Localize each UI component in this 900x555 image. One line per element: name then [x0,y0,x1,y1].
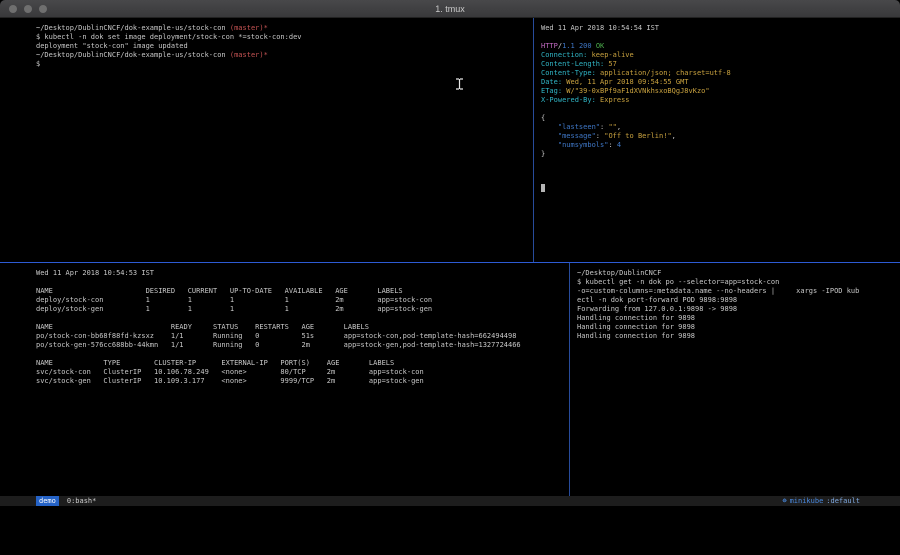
pane-bottom-right-port-forward[interactable]: ~/Desktop/DublinCNCF$ kubectl get -n dok… [570,263,900,496]
terminal-line: Handling connection for 9898 [577,332,898,341]
kube-namespace: :default [826,496,860,506]
window-title: 1. tmux [435,4,465,14]
terminal-line: Forwarding from 127.0.0.1:9898 -> 9898 [577,305,898,314]
terminal-line: NAME READY STATUS RESTARTS AGE LABELS [36,323,567,332]
mouse-cursor [455,78,464,90]
terminal-line: Handling connection for 9898 [577,323,898,332]
terminal-line: deploy/stock-gen 1 1 1 1 2m app=stock-ge… [36,305,567,314]
window-titlebar[interactable]: 1. tmux [0,0,900,18]
terminal-line [541,159,898,168]
traffic-lights [9,5,47,13]
terminal-line: Wed 11 Apr 2018 10:54:53 IST [36,269,567,278]
minimize-button[interactable] [24,5,32,13]
terminal-line: $ kubectl get -n dok po --selector=app=s… [577,278,898,287]
terminal-line: "lastseen": "", [541,123,898,132]
tmux-terminal: ~/Desktop/DublinCNCF/dok-example-us/stoc… [0,18,900,496]
terminal-line: ETag: W/"39-0xBPf9aF1dXVNkhsxoBQgJ8vKzo" [541,87,898,96]
pane-bottom-left-kubectl-watch[interactable]: Wed 11 Apr 2018 10:54:53 IST NAME DESIRE… [0,263,569,496]
terminal-line: $ kubectl -n dok set image deployment/st… [36,33,529,42]
terminal-cursor [541,184,545,192]
terminal-line: "numsymbols": 4 [541,141,898,150]
terminal-line: } [541,150,898,159]
pane-top-left-shell[interactable]: ~/Desktop/DublinCNCF/dok-example-us/stoc… [0,18,533,262]
terminal-line: Wed 11 Apr 2018 10:54:54 IST [541,24,898,33]
terminal-line: Content-Length: 57 [541,60,898,69]
terminal-line: Connection: keep-alive [541,51,898,60]
terminal-line [36,278,567,287]
terminal-line: svc/stock-con ClusterIP 10.106.78.249 <n… [36,368,567,377]
terminal-line: ~/Desktop/DublinCNCF/dok-example-us/stoc… [36,51,529,60]
terminal-line: ~/Desktop/DublinCNCF/dok-example-us/stoc… [36,24,529,33]
terminal-line: $ [36,60,529,69]
terminal-line: X-Powered-By: Express [541,96,898,105]
terminal-line [541,105,898,114]
terminal-line: Content-Type: application/json; charset=… [541,69,898,78]
tmux-status-bar: demo 0:bash* ☸ minikube :default [0,496,900,506]
terminal-line: { [541,114,898,123]
terminal-line: NAME DESIRED CURRENT UP-TO-DATE AVAILABL… [36,287,567,296]
terminal-line: po/stock-gen-576cc688bb-44kmn 1/1 Runnin… [36,341,567,350]
kubernetes-icon: ☸ [782,496,786,506]
status-right: ☸ minikube :default [782,496,860,506]
terminal-line [36,350,567,359]
pane-divider-horizontal[interactable] [0,262,900,263]
terminal-line: po/stock-con-bb68f88fd-kzsxz 1/1 Running… [36,332,567,341]
close-button[interactable] [9,5,17,13]
session-name-badge[interactable]: demo [36,496,59,506]
active-window-label[interactable]: 0:bash* [67,496,97,506]
kube-context-name: minikube [790,496,824,506]
pane-divider-vertical-bottom[interactable] [569,263,570,496]
zoom-button[interactable] [39,5,47,13]
terminal-line: HTTP/1.1 200 OK [541,42,898,51]
terminal-line: svc/stock-gen ClusterIP 10.109.3.177 <no… [36,377,567,386]
terminal-window: 1. tmux ~/Desktop/DublinCNCF/dok-example… [0,0,900,506]
pane-top-right-http-response[interactable]: Wed 11 Apr 2018 10:54:54 IST HTTP/1.1 20… [534,18,900,262]
terminal-line [36,314,567,323]
terminal-line: Handling connection for 9898 [577,314,898,323]
terminal-line: NAME TYPE CLUSTER-IP EXTERNAL-IP PORT(S)… [36,359,567,368]
terminal-line: ectl -n dok port-forward POD 9898:9898 [577,296,898,305]
terminal-line: "message": "Off to Berlin!", [541,132,898,141]
terminal-line: ~/Desktop/DublinCNCF [577,269,898,278]
terminal-line [541,33,898,42]
terminal-line: deploy/stock-con 1 1 1 1 2m app=stock-co… [36,296,567,305]
status-left: demo 0:bash* [36,496,96,506]
pane-divider-vertical-top[interactable] [533,18,534,262]
terminal-line: -o=custom-columns=:metadata.name --no-he… [577,287,898,296]
terminal-line: deployment "stock-con" image updated [36,42,529,51]
terminal-line: Date: Wed, 11 Apr 2018 09:54:55 GMT [541,78,898,87]
